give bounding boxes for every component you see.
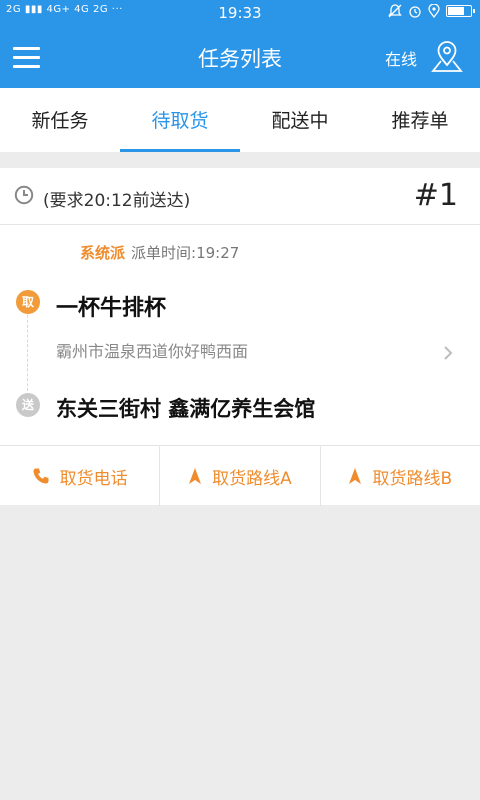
route-b-button[interactable]: 取货路线B — [321, 446, 480, 506]
order-card-header: (要求20:12前送达) #1 — [0, 168, 480, 225]
pickup-call-label: 取货电话 — [59, 468, 128, 489]
clock-icon — [14, 185, 34, 205]
chevron-right-icon[interactable] — [442, 344, 454, 362]
location-status-icon — [428, 4, 440, 18]
tab-delivering[interactable]: 配送中 — [240, 88, 360, 152]
pickup-call-button[interactable]: 取货电话 — [0, 446, 161, 506]
order-number: #1 — [413, 178, 458, 213]
dispatch-info: 系统派 派单时间:19:27 — [80, 242, 239, 263]
order-card[interactable]: (要求20:12前送达) #1 系统派 派单时间:19:27 取 一杯牛排杯 霸州… — [0, 168, 480, 506]
tab-new-tasks[interactable]: 新任务 — [0, 88, 120, 152]
navigation-arrow-icon — [349, 468, 362, 484]
shop-name: 一杯牛排杯 — [56, 296, 167, 321]
alarm-icon — [409, 6, 421, 18]
status-icons — [388, 4, 475, 18]
deliver-badge: 送 — [16, 393, 40, 417]
bell-off-icon — [388, 4, 402, 18]
app-header: 任务列表 在线 — [0, 26, 480, 88]
tab-awaiting-pickup[interactable]: 待取货 — [120, 88, 240, 152]
route-b-label: 取货路线B — [372, 468, 453, 489]
phone-icon — [33, 468, 49, 484]
battery-icon — [446, 5, 475, 17]
location-pin-button-icon[interactable] — [430, 39, 464, 73]
dispatch-time: 派单时间:19:27 — [131, 244, 240, 262]
online-status-toggle[interactable]: 在线 — [385, 46, 417, 70]
tab-recommended[interactable]: 推荐单 — [360, 88, 480, 152]
dispatch-source: 系统派 — [80, 244, 126, 262]
tab-bar: 新任务 待取货 配送中 推荐单 — [0, 88, 480, 152]
delivery-deadline: (要求20:12前送达) — [43, 191, 191, 211]
order-actions: 取货电话 取货路线A 取货路线B — [0, 445, 480, 506]
navigation-arrow-icon — [189, 468, 202, 484]
status-bar: 2G ▮▮▮ 4G+ 4G 2G ··· 19:33 — [0, 0, 480, 26]
delivery-destination: 东关三街村 鑫满亿养生会馆 — [56, 397, 316, 421]
route-a-button[interactable]: 取货路线A — [160, 446, 321, 506]
route-connector — [27, 315, 28, 391]
shop-address: 霸州市温泉西道你好鸭西面 — [56, 342, 249, 361]
pickup-badge: 取 — [16, 290, 40, 314]
route-a-label: 取货路线A — [212, 468, 292, 489]
battery-level — [448, 7, 464, 15]
